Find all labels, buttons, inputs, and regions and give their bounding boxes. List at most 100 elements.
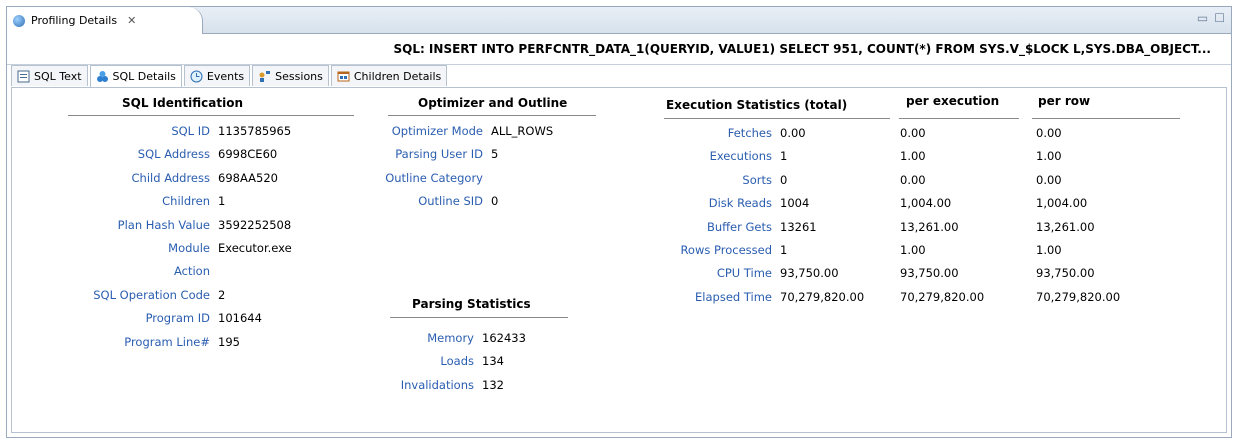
sql-identification-value: 3592252508: [218, 217, 292, 232]
tab-sql-details[interactable]: SQL Details: [89, 65, 182, 87]
execution-label: Buffer Gets: [706, 219, 772, 234]
sql-details-panel: SQL Identification Optimizer and Outline…: [11, 87, 1227, 433]
tab-sessions[interactable]: Sessions: [252, 65, 329, 86]
execution-per-row-value: 93,750.00: [1036, 266, 1095, 281]
execution-per-exec-value: 1.00: [900, 149, 926, 164]
sql-identification-value: 1135785965: [218, 124, 292, 138]
details-tabbar: SQL Text SQL Details Events Sessions Chi…: [11, 65, 449, 87]
divider: [388, 115, 596, 116]
sql-identification-value: Executor.exe: [218, 241, 292, 255]
execution-total-value: 93,750.00: [780, 266, 839, 281]
execution-label: Disk Reads: [708, 196, 772, 211]
sql-identification-value: 2: [218, 287, 226, 302]
minimize-icon[interactable]: ▭: [1197, 11, 1208, 25]
divider: [390, 317, 568, 318]
sql-identification-title: SQL Identification: [122, 96, 243, 110]
execution-title: Execution Statistics (total): [666, 98, 848, 112]
execution-per-exec-value: 0.00: [900, 172, 926, 187]
optimizer-title: Optimizer and Outline: [418, 96, 568, 110]
sql-identification-value: 698AA520: [218, 170, 278, 185]
maximize-icon[interactable]: ☐: [1214, 11, 1225, 25]
parsing-value: 162433: [482, 331, 526, 345]
sql-header: SQL: INSERT INTO PERFCNTR_DATA_1(QUERYID…: [7, 34, 1231, 65]
execution-per-exec-value: 70,279,820.00: [900, 289, 985, 304]
sql-identification-label: SQL Operation Code: [93, 287, 210, 302]
parsing-label: Invalidations: [400, 377, 474, 392]
tab-label: Sessions: [275, 69, 323, 83]
execution-per-row-value: 0.00: [1036, 172, 1062, 187]
tab-label: SQL Details: [112, 70, 176, 83]
sql-identification-label: Child Address: [131, 170, 210, 185]
sql-identification-label: Action: [173, 264, 210, 279]
execution-per-exec-value: 1.00: [900, 243, 926, 257]
profiling-details-view: Profiling Details ✕ ▭ ☐ SQL: INSERT INTO…: [6, 6, 1232, 438]
tab-label: SQL Text: [34, 69, 82, 83]
profiling-details-tab[interactable]: Profiling Details ✕: [7, 7, 203, 34]
sql-identification-value: 195: [218, 334, 240, 349]
tab-sql-text[interactable]: SQL Text: [11, 65, 88, 86]
sql-identification-label: Program Line#: [124, 334, 210, 349]
tab-events[interactable]: Events: [183, 65, 251, 86]
execution-per-row-value: 0.00: [1036, 126, 1062, 140]
tab-label: Children Details: [353, 69, 442, 83]
sql-details-icon: [96, 71, 108, 82]
execution-label: Executions: [709, 149, 772, 164]
optimizer-label: Optimizer Mode: [391, 124, 483, 138]
execution-total-value: 0.00: [780, 126, 806, 140]
execution-per-row-value: 1.00: [1036, 243, 1062, 257]
execution-total-value: 70,279,820.00: [780, 289, 865, 304]
close-icon[interactable]: ✕: [127, 14, 136, 27]
execution-total-value: 0: [780, 172, 788, 187]
view-titlebar: Profiling Details ✕ ▭ ☐: [7, 7, 1231, 34]
execution-label: CPU Time: [716, 266, 772, 281]
sql-identification-label: SQL ID: [171, 124, 210, 138]
per-execution-header: per execution: [906, 94, 1000, 108]
parsing-value: 134: [482, 354, 504, 369]
sql-text-icon: [17, 70, 30, 82]
profiling-icon: [13, 14, 25, 27]
parsing-label: Memory: [427, 331, 474, 345]
execution-per-exec-value: 93,750.00: [900, 266, 959, 281]
sql-identification-label: SQL Address: [137, 147, 210, 162]
execution-label: Fetches: [727, 126, 772, 140]
execution-label: Elapsed Time: [695, 289, 772, 304]
execution-per-row-value: 1.00: [1036, 149, 1062, 164]
sql-identification-value: 1: [218, 194, 226, 209]
parsing-label: Loads: [440, 354, 474, 369]
view-tab-label: Profiling Details: [31, 14, 118, 27]
optimizer-label: Outline Category: [385, 170, 483, 185]
optimizer-value: 5: [491, 147, 499, 162]
divider: [68, 115, 354, 116]
execution-per-exec-value: 1,004.00: [900, 196, 952, 211]
execution-total-value: 1: [780, 149, 788, 164]
events-icon: [190, 70, 203, 82]
divider: [899, 118, 1019, 119]
sql-identification-value: 101644: [218, 311, 262, 326]
optimizer-value: 0: [491, 194, 499, 209]
execution-total-value: 1004: [780, 196, 810, 211]
sessions-icon: [259, 70, 271, 82]
execution-total-value: 13261: [780, 219, 817, 234]
optimizer-label: Outline SID: [418, 194, 483, 209]
execution-per-row-value: 70,279,820.00: [1036, 289, 1121, 304]
sql-identification-label: Children: [162, 194, 210, 209]
execution-label: Sorts: [742, 172, 772, 187]
per-row-header: per row: [1038, 94, 1091, 108]
sql-identification-label: Program ID: [145, 311, 210, 326]
execution-per-row-value: 1,004.00: [1036, 196, 1088, 211]
tab-children-details[interactable]: Children Details: [330, 65, 448, 86]
tab-label: Events: [206, 69, 245, 83]
sql-identification-value: 6998CE60: [218, 147, 278, 162]
parsing-title: Parsing Statistics: [412, 297, 531, 311]
execution-total-value: 1: [780, 243, 788, 257]
parsing-value: 132: [482, 377, 504, 392]
sql-identification-label: Plan Hash Value: [117, 217, 210, 232]
sql-identification-label: Module: [168, 241, 210, 255]
optimizer-label: Parsing User ID: [395, 147, 483, 162]
divider: [1032, 118, 1180, 119]
execution-per-exec-value: 0.00: [900, 126, 926, 140]
optimizer-value: ALL_ROWS: [491, 124, 554, 138]
execution-label: Rows Processed: [680, 243, 772, 257]
divider: [664, 118, 890, 119]
children-details-icon: [337, 71, 350, 81]
